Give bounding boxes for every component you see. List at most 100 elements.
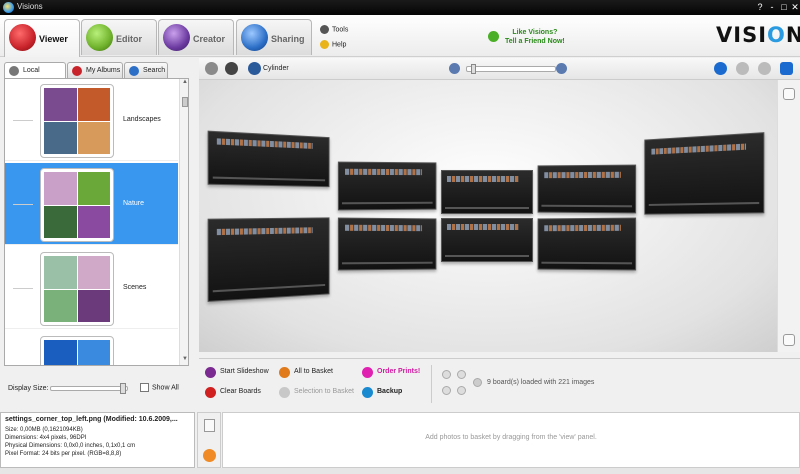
clear-icon (205, 387, 216, 398)
thumb-3 (78, 206, 111, 239)
board-2[interactable] (338, 162, 437, 211)
board-4[interactable] (538, 165, 637, 214)
folder-item-landscapes[interactable]: Landscapes (5, 79, 178, 161)
file-info-panel: settings_corner_top_left.png (Modified: … (0, 412, 195, 468)
file-dimensions: Dimensions: 4x4 pixels, 96DPI (5, 434, 190, 442)
thumb-0 (44, 88, 77, 121)
viewer-toolbar: Cylinder (199, 58, 800, 80)
close-button[interactable]: ✕ (789, 1, 800, 13)
viewer-scrollbar[interactable] (777, 80, 800, 352)
help-label: Help (332, 41, 346, 48)
clear-boards-button[interactable]: Clear Boards (205, 388, 261, 395)
tell-a-friend-link[interactable]: Like Visions? Tell a Friend Now! (488, 28, 565, 46)
zoom-in-icon[interactable] (556, 63, 567, 74)
tab-my-albums-label: My Albums (86, 67, 120, 74)
minimize-button[interactable]: - (766, 1, 778, 13)
board-8[interactable] (441, 218, 533, 262)
nav-dot-4[interactable] (457, 386, 466, 395)
share-icon (241, 24, 268, 51)
backup-icon (362, 387, 373, 398)
window-title: Visions (17, 2, 43, 11)
scroll-down-icon[interactable]: ▼ (180, 356, 189, 362)
scroll-bottom-button[interactable] (783, 334, 795, 346)
board-6[interactable] (208, 217, 330, 302)
zoom-slider[interactable] (466, 66, 556, 72)
thumb-0 (44, 256, 77, 289)
folder-list[interactable]: Landscapes Nature Scenes ▲ ▼ (4, 78, 189, 366)
thumb-2 (44, 122, 77, 155)
folder-thumbnail (40, 168, 114, 242)
nav-dot-3[interactable] (442, 386, 451, 395)
file-physical-dimensions: Physical Dimensions: 0,0x0,0 inches, 0,1… (5, 442, 190, 450)
basket-action-icon[interactable] (203, 449, 216, 462)
bottom-strip (0, 468, 800, 474)
tab-viewer-label: Viewer (39, 34, 68, 44)
board-7[interactable] (338, 218, 437, 271)
board-9[interactable] (538, 218, 637, 271)
folder-item-scenes[interactable]: Scenes (5, 247, 178, 329)
order-prints-button[interactable]: Order Prints! (362, 368, 420, 375)
file-size: Size: 0,00MB (0,1621094KB) (5, 426, 190, 434)
tab-sharing[interactable]: Sharing (236, 19, 312, 55)
folder-item-nature[interactable]: Nature (5, 163, 178, 245)
photo-basket[interactable]: Add photos to basket by dragging from th… (222, 412, 800, 468)
board-1[interactable] (208, 131, 330, 188)
board-3[interactable] (441, 170, 533, 214)
folder-list-scrollbar[interactable]: ▲ ▼ (179, 79, 189, 365)
tab-editor[interactable]: Editor (81, 19, 157, 55)
slider-knob[interactable] (120, 383, 126, 394)
tools-icon (320, 25, 329, 34)
all-to-basket-button[interactable]: All to Basket (279, 368, 333, 375)
tab-search-label: Search (143, 67, 165, 74)
display-size-slider[interactable] (50, 386, 128, 391)
zoom-knob[interactable] (471, 64, 476, 74)
album-icon (72, 66, 82, 76)
zoom-out-icon[interactable] (449, 63, 460, 74)
rotate-left-icon[interactable] (714, 62, 727, 75)
tools-link[interactable]: Tools (320, 25, 348, 34)
file-pixel-format: Pixel Format: 24 bits per pixel. (RGB=8,… (5, 450, 190, 458)
tab-viewer[interactable]: Viewer (4, 19, 80, 57)
checkbox-box[interactable] (140, 383, 149, 392)
tab-my-albums[interactable]: My Albums (67, 62, 123, 78)
tab-local-folders[interactable]: Local Folders (4, 62, 66, 79)
tools-label: Tools (332, 26, 348, 33)
help-icon (320, 40, 329, 49)
nav-dot-1[interactable] (442, 370, 451, 379)
title-bar: Visions ? - □ ✕ (0, 0, 800, 15)
rotate-right-icon[interactable] (736, 62, 749, 75)
nav-dot-2[interactable] (457, 370, 466, 379)
folder-thumbnail (40, 252, 114, 326)
scrollbar-thumb[interactable] (182, 97, 188, 107)
scroll-top-button[interactable] (783, 88, 795, 100)
tab-search[interactable]: Search (124, 62, 168, 78)
fullscreen-icon[interactable] (780, 62, 793, 75)
file-name: settings_corner_top_left.png (Modified: … (5, 416, 190, 424)
basket-toggle[interactable] (204, 419, 215, 432)
layout-mode-label[interactable]: Cylinder (263, 65, 289, 72)
thumb-2 (44, 206, 77, 239)
document-icon (163, 24, 190, 51)
tab-creator[interactable]: Creator (158, 19, 234, 55)
thumb-1 (78, 172, 111, 205)
viewer-stage[interactable] (199, 80, 777, 352)
folder-item-partial[interactable] (5, 331, 178, 366)
prints-icon (362, 367, 373, 378)
show-all-label: Show All (152, 384, 179, 391)
refresh-icon[interactable] (758, 62, 771, 75)
stop-icon[interactable] (225, 62, 238, 75)
visions-logo: VISIONS (716, 23, 800, 47)
help-window-button[interactable]: ? (754, 1, 766, 13)
show-all-checkbox[interactable]: Show All (140, 383, 179, 392)
board-5[interactable] (644, 132, 764, 215)
thumb-2 (44, 290, 77, 323)
app-icon (3, 2, 14, 13)
layout-grid-icon[interactable] (248, 62, 261, 75)
help-link[interactable]: Help (320, 40, 346, 49)
start-slideshow-button[interactable]: Start Slideshow (205, 368, 269, 375)
back-icon[interactable] (205, 62, 218, 75)
backup-button[interactable]: Backup (362, 388, 402, 395)
selection-to-basket-button[interactable]: Selection to Basket (279, 388, 354, 395)
scroll-up-icon[interactable]: ▲ (180, 79, 189, 85)
main-toolbar: Viewer Editor Creator Sharing Tools Help… (0, 15, 800, 57)
